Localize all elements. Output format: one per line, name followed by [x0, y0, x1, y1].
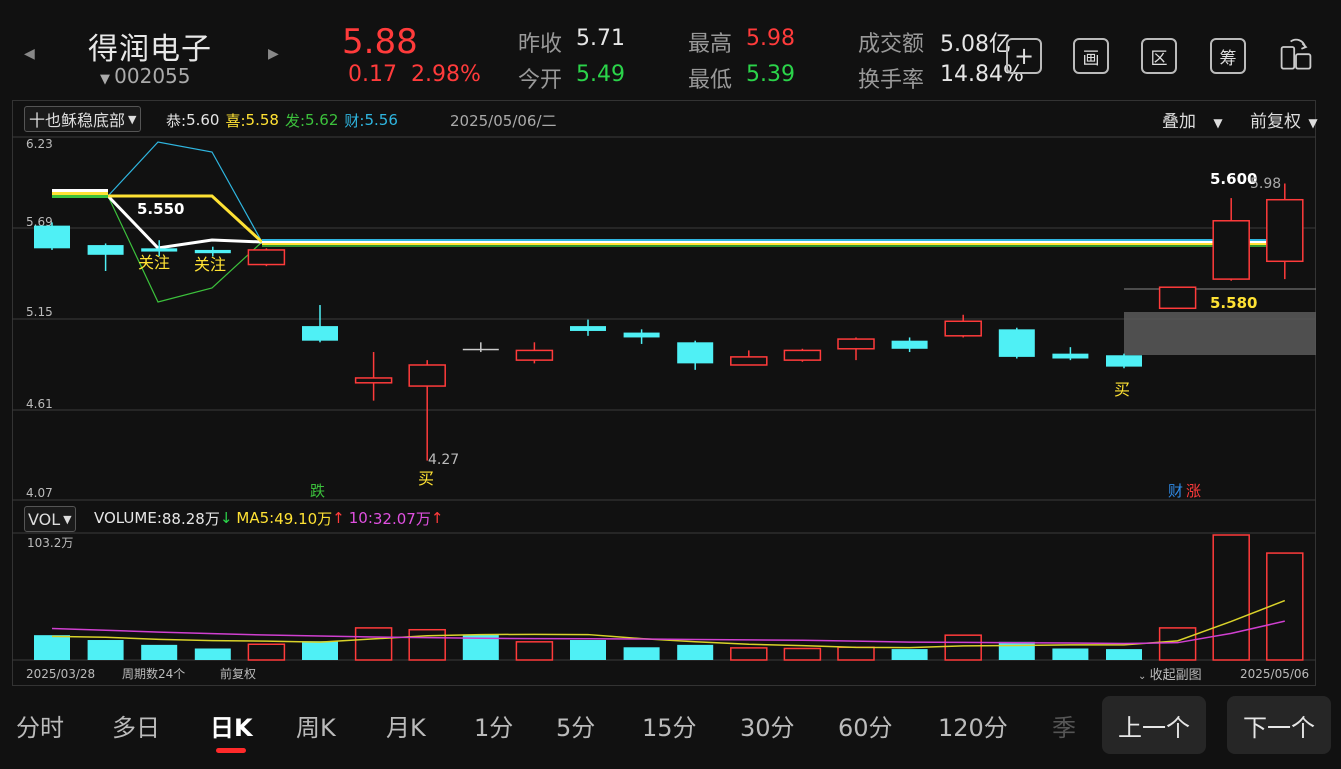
period-tabs: 分时 多日 日K 周K 月K 1分 5分 15分 30分 60分 120分 季 …: [0, 690, 1341, 769]
low-label: 最低: [688, 68, 733, 93]
prev-stock-arrow-icon[interactable]: ◀: [24, 46, 35, 62]
tab-day-k[interactable]: 日K: [210, 708, 253, 743]
tab-season[interactable]: 季: [1052, 708, 1076, 743]
stock-name: 得润电子: [88, 32, 212, 67]
add-watchlist-button[interactable]: +: [1006, 38, 1042, 74]
vol-value: 88.28万: [161, 509, 220, 528]
tab-15min[interactable]: 15分: [642, 708, 697, 743]
ma10-value: 32.07万: [372, 509, 431, 528]
volume-indicator-selector[interactable]: VOL ▼: [24, 506, 76, 532]
gong-label: 恭:: [166, 111, 187, 130]
volume-legend: VOLUME: 88.28万 ↓ MA5: 49.10万 ↑ 10: 32.07万 ↑: [94, 506, 443, 530]
chips-button[interactable]: 筹: [1210, 38, 1246, 74]
tab-month-k[interactable]: 月K: [386, 708, 426, 743]
tab-30min[interactable]: 30分: [740, 708, 795, 743]
indicator-legend: 恭: 5.60 喜: 5.58 发: 5.62 财: 5.56: [166, 108, 398, 132]
ma5-value: 49.10万: [274, 509, 333, 528]
ma10-label: 10:: [348, 509, 373, 527]
range-button[interactable]: 区: [1141, 38, 1177, 74]
cai-value: 5.56: [364, 111, 398, 129]
chart-panel: [12, 100, 1316, 686]
collapse-subchart-button[interactable]: ⌄ 收起副图: [1138, 664, 1202, 683]
cursor-date: 2025/05/06/二: [450, 111, 557, 130]
active-tab-indicator: [216, 748, 246, 753]
open-label: 今开: [518, 68, 563, 93]
cai-label: 财:: [344, 111, 365, 130]
open-value: 5.49: [576, 62, 625, 87]
current-price: 5.88: [342, 22, 418, 62]
gong-value: 5.60: [186, 111, 220, 129]
next-button[interactable]: 下一个: [1227, 696, 1331, 754]
ma5-label: MA5:: [236, 509, 275, 527]
xi-value: 5.58: [245, 111, 279, 129]
tab-fenshi[interactable]: 分时: [16, 708, 64, 743]
overlay-label: 叠加: [1162, 112, 1196, 132]
tab-duori[interactable]: 多日: [112, 708, 160, 743]
xi-label: 喜:: [225, 111, 246, 130]
tab-5min[interactable]: 5分: [556, 708, 595, 743]
fa-value: 5.62: [305, 111, 339, 129]
vol-label: VOLUME:: [94, 509, 162, 527]
fa-label: 发:: [284, 111, 305, 130]
turnover-value: 5.08亿: [940, 32, 1011, 57]
prev-button[interactable]: 上一个: [1102, 696, 1206, 754]
volume-selector-label: VOL: [28, 509, 61, 529]
high-value: 5.98: [746, 26, 795, 51]
indicator-name: 十也稣稳底部: [29, 111, 126, 130]
tab-60min[interactable]: 60分: [838, 708, 893, 743]
arrow-up-icon: ↑: [332, 509, 345, 527]
next-stock-arrow-icon[interactable]: ▶: [268, 46, 279, 62]
tab-120min[interactable]: 120分: [938, 708, 1008, 743]
prev-close-label: 昨收: [518, 32, 563, 57]
chevron-down-icon: ⌄: [1138, 671, 1150, 682]
chevron-down-icon: ▼: [63, 512, 72, 526]
overlay-dropdown[interactable]: 叠加 ▼: [1162, 107, 1223, 132]
high-label: 最高: [688, 32, 733, 57]
tab-week-k[interactable]: 周K: [296, 708, 336, 743]
chevron-down-icon: ▼: [1308, 116, 1318, 130]
arrow-down-icon: ↓: [219, 509, 233, 527]
turnover-label: 成交额: [858, 32, 925, 57]
rotate-screen-icon: [1280, 38, 1312, 70]
quote-header: ◀ 得润电子 ▶ ▼ 002055 5.88 0.17 2.98% 昨收 5.7…: [0, 0, 1341, 100]
price-change: 0.17 2.98%: [348, 62, 481, 87]
turnover-rate-label: 换手率: [858, 68, 925, 93]
collapse-label: 收起副图: [1149, 668, 1202, 683]
tab-1min[interactable]: 1分: [474, 708, 513, 743]
prev-close-value: 5.71: [576, 26, 625, 51]
chevron-down-icon: ▼: [1213, 116, 1223, 130]
draw-button[interactable]: 画: [1073, 38, 1109, 74]
low-value: 5.39: [746, 62, 795, 87]
chevron-down-icon: ▼: [100, 72, 115, 87]
rotate-screen-button[interactable]: [1278, 38, 1314, 74]
chevron-down-icon: ▼: [128, 112, 137, 126]
arrow-up-icon: ↑: [430, 509, 444, 527]
adjust-label: 前复权: [1250, 112, 1301, 132]
adjust-dropdown[interactable]: 前复权 ▼: [1250, 107, 1318, 132]
stock-code-selector[interactable]: ▼ 002055: [100, 64, 191, 88]
indicator-selector[interactable]: 十也稣稳底部 ▼: [24, 106, 142, 132]
